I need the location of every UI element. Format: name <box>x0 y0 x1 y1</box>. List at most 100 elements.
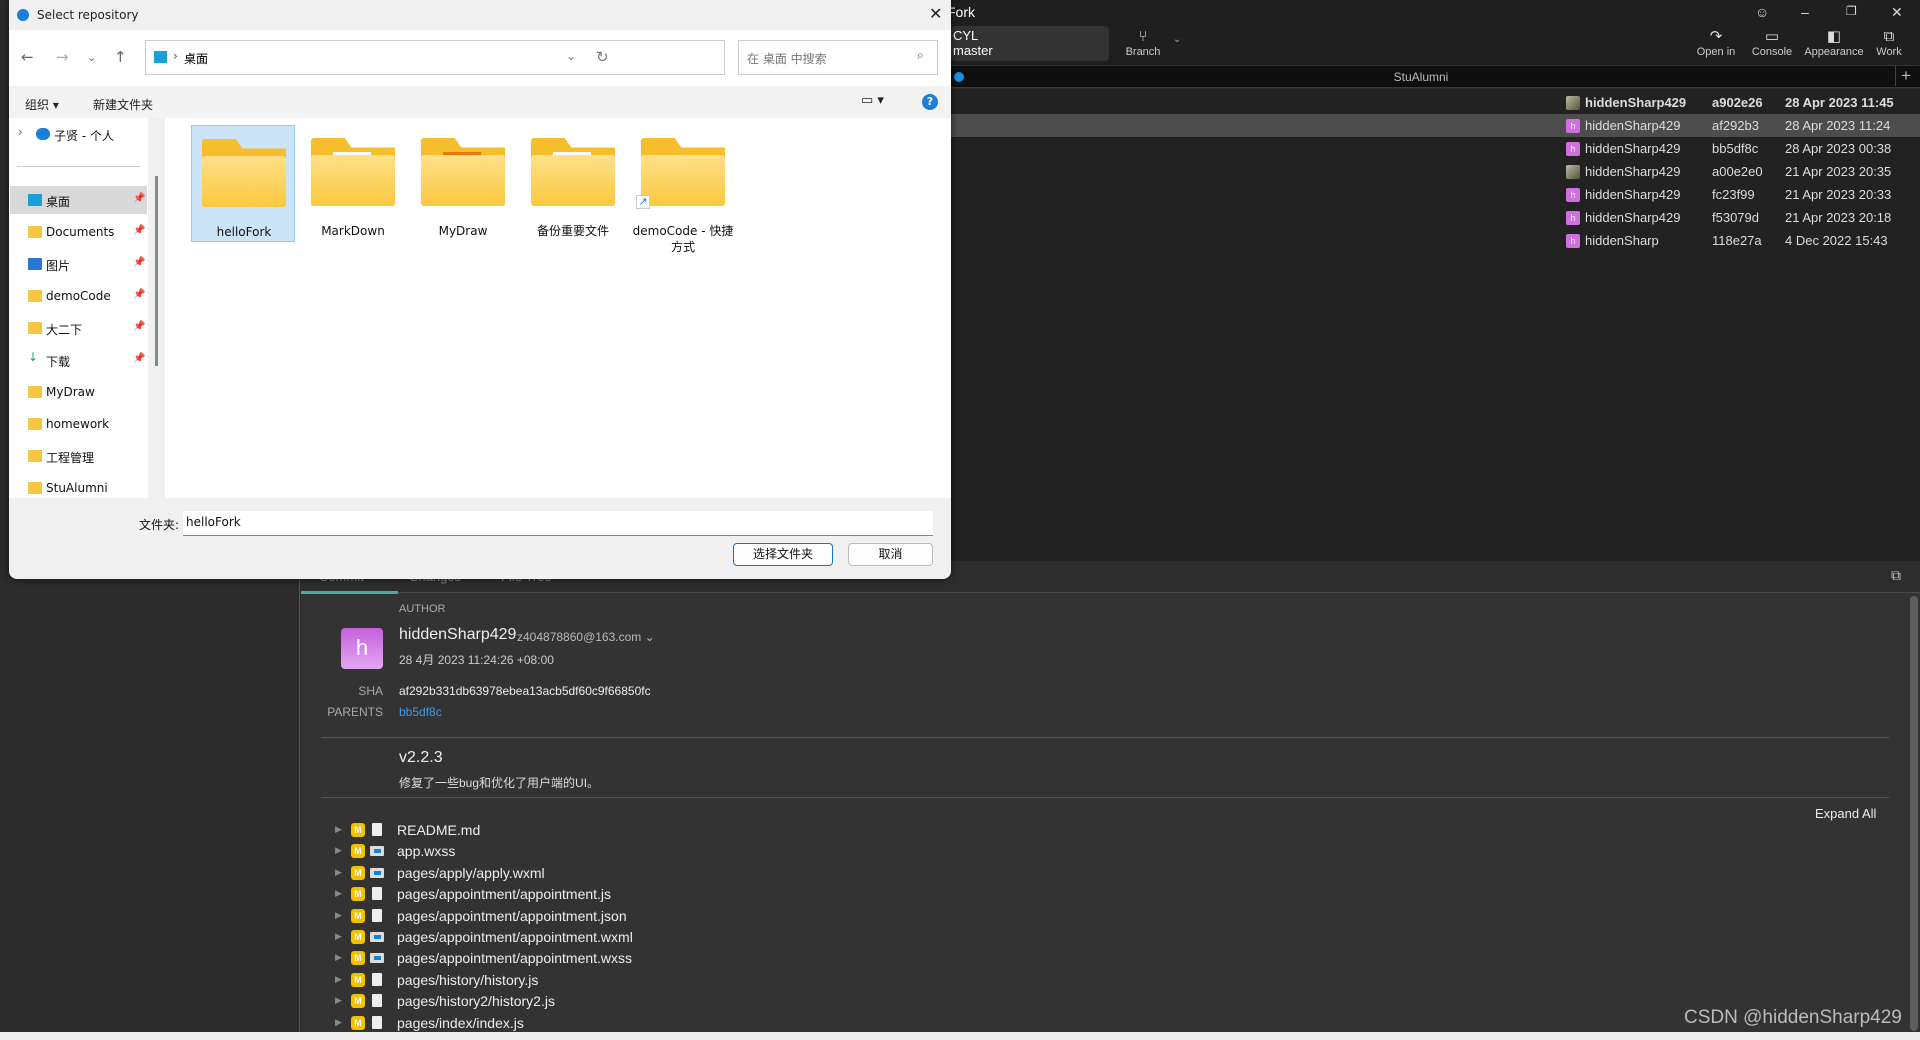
sidebar-item[interactable]: › 子贤 - 个人 <box>10 120 147 148</box>
sidebar-item[interactable]: ↓ 下载 📌 <box>10 346 147 374</box>
feedback-icon[interactable]: ☺ <box>1755 4 1769 20</box>
refresh-icon[interactable]: ↻ <box>596 48 609 66</box>
expand-arrow-icon[interactable]: ▶ <box>335 845 342 856</box>
breadcrumb-desktop[interactable]: 桌面 <box>184 50 208 67</box>
file-row[interactable]: ▶ Mpages/apply/apply.wxml <box>301 864 901 885</box>
folder-item[interactable]: 备份重要文件 <box>521 125 625 242</box>
new-folder-button[interactable]: 新建文件夹 <box>93 96 153 113</box>
folder-view: helloFork MarkDown MyDraw 备份重要文件 ↗ demoCode -… <box>165 118 951 498</box>
left-panel <box>0 579 300 1032</box>
appearance-button[interactable]: ◧ Appearance <box>1804 28 1864 58</box>
branch-button[interactable]: ⑂ Branch <box>1113 28 1173 58</box>
folder-item[interactable]: MyDraw <box>411 125 515 242</box>
scrollbar[interactable] <box>1910 596 1918 1031</box>
forward-button[interactable]: → <box>56 48 69 66</box>
repo-tab-bar: StuAlumni + <box>951 66 1920 88</box>
expand-chevron-icon[interactable]: › <box>18 125 23 139</box>
sidebar-item[interactable]: 桌面 📌 <box>10 186 147 214</box>
expand-arrow-icon[interactable]: ▶ <box>335 824 342 835</box>
file-row[interactable]: ▶ Mpages/history2/history2.js <box>301 992 901 1013</box>
sidebar-item-label: 下载 <box>46 355 71 369</box>
sidebar-item[interactable]: 大二下 📌 <box>10 314 147 342</box>
file-md-icon <box>372 823 382 836</box>
file-row[interactable]: ▶ Mpages/history/history.js <box>301 971 901 992</box>
file-row[interactable]: ▶ M README.md <box>301 821 901 842</box>
file-row[interactable]: ▶ Mpages/appointment/appointment.wxss <box>301 949 901 970</box>
commit-author: hiddenSharp429 <box>1585 141 1681 156</box>
author-email[interactable]: z404878860@163.com ⌄ <box>517 630 655 644</box>
sidebar-item-label: StuAlumni <box>46 481 108 495</box>
help-icon[interactable]: ? <box>922 94 938 110</box>
close-button[interactable]: ✕ <box>1891 4 1903 21</box>
commit-row[interactable]: hiddenSharp429 a00e2e0 21 Apr 2023 20:35 <box>951 160 1920 183</box>
author-avatar-icon: h <box>1566 142 1580 156</box>
organize-menu[interactable]: 组织 ▾ <box>25 96 59 113</box>
file-row[interactable]: ▶ Mpages/appointment/appointment.js <box>301 885 901 906</box>
tab-stualumni[interactable]: StuAlumni <box>1371 70 1471 84</box>
console-button[interactable]: ▭ Console <box>1742 28 1802 58</box>
commit-row[interactable]: h hiddenSharp429 fc23f99 21 Apr 2023 20:33 <box>951 183 1920 206</box>
repository-selector[interactable]: CYL master <box>951 26 1109 61</box>
work-button[interactable]: ⧉ Work <box>1864 28 1914 58</box>
expand-all-button[interactable]: Expand All <box>1815 806 1876 821</box>
sidebar-item[interactable]: 工程管理 <box>10 442 147 470</box>
select-folder-button[interactable]: 选择文件夹 <box>733 543 833 566</box>
branch-dropdown-icon[interactable]: ⌄ <box>1173 34 1181 45</box>
commit-author: hiddenSharp429 <box>1585 95 1687 110</box>
sidebar-item[interactable]: 图片 📌 <box>10 250 147 278</box>
commit-row[interactable]: h hiddenSharp 118e27a 4 Dec 2022 15:43 <box>951 229 1920 252</box>
sidebar-item[interactable]: homework <box>10 410 147 438</box>
add-tab-button[interactable]: + <box>1895 66 1911 86</box>
address-dropdown-icon[interactable]: ⌄ <box>566 49 576 63</box>
commit-date: 4 Dec 2022 15:43 <box>1785 233 1888 248</box>
folder-item[interactable]: ↗ demoCode - 快捷方式 <box>631 125 735 254</box>
address-bar[interactable]: › 桌面 ⌄ ↻ <box>145 40 725 75</box>
cancel-button[interactable]: 取消 <box>848 543 933 566</box>
expand-arrow-icon[interactable]: ▶ <box>335 867 342 878</box>
modified-badge: M <box>351 887 365 902</box>
sidebar-item-label: demoCode <box>46 289 111 303</box>
commit-sha: f53079d <box>1712 210 1759 225</box>
search-input[interactable]: 在 桌面 中搜索 ⌕ <box>738 40 938 75</box>
expand-arrow-icon[interactable]: ▶ <box>335 910 342 921</box>
expand-arrow-icon[interactable]: ▶ <box>335 974 342 985</box>
commit-row[interactable]: hiddenSharp429 a902e26 28 Apr 2023 11:45 <box>951 91 1920 114</box>
divider <box>321 797 1889 798</box>
folder-item[interactable]: helloFork <box>191 125 295 242</box>
minimize-button[interactable]: – <box>1801 4 1809 20</box>
maximize-button[interactable]: ❐ <box>1846 4 1857 18</box>
dialog-title-bar: Select repository ✕ <box>9 0 951 30</box>
folder-icon <box>28 386 42 398</box>
recent-dropdown-icon[interactable]: ⌄ <box>87 51 96 64</box>
desktop-icon <box>154 51 167 63</box>
open-in-button[interactable]: ↷ Open in <box>1686 28 1746 58</box>
repo-name: CYL <box>953 28 979 43</box>
open-in-label: Open in <box>1696 46 1736 58</box>
file-row[interactable]: ▶ Mpages/appointment/appointment.json <box>301 907 901 928</box>
expand-arrow-icon[interactable]: ▶ <box>335 931 342 942</box>
expand-arrow-icon[interactable]: ▶ <box>335 995 342 1006</box>
folder-input[interactable]: helloFork <box>183 511 933 536</box>
expand-arrow-icon[interactable]: ▶ <box>335 1017 342 1028</box>
folder-item[interactable]: MarkDown <box>301 125 405 242</box>
back-button[interactable]: ← <box>21 48 34 66</box>
file-row[interactable]: ▶ Mapp.wxss <box>301 842 901 863</box>
folder-name: MyDraw <box>438 224 488 238</box>
dialog-close-button[interactable]: ✕ <box>929 4 942 23</box>
sidebar-item[interactable]: MyDraw <box>10 378 147 406</box>
file-row[interactable]: ▶ Mpages/appointment/appointment.wxml <box>301 928 901 949</box>
expand-arrow-icon[interactable]: ▶ <box>335 888 342 899</box>
open-external-icon[interactable]: ⧉ <box>1891 567 1901 584</box>
commit-row[interactable]: h hiddenSharp429 bb5df8c 28 Apr 2023 00:38 <box>951 137 1920 160</box>
expand-arrow-icon[interactable]: ▶ <box>335 952 342 963</box>
commit-row[interactable]: h hiddenSharp429 f53079d 21 Apr 2023 20:18 <box>951 206 1920 229</box>
commit-row[interactable]: h hiddenSharp429 af292b3 28 Apr 2023 11:24 <box>951 114 1920 137</box>
sidebar-scrollbar[interactable] <box>155 176 158 366</box>
view-options-icon[interactable]: ▭ ▾ <box>861 93 884 108</box>
sidebar-item[interactable]: Documents 📌 <box>10 218 147 246</box>
parent-link[interactable]: bb5df8c <box>399 705 442 719</box>
up-button[interactable]: ↑ <box>114 48 127 66</box>
appearance-icon: ◧ <box>1826 28 1842 45</box>
sidebar-item[interactable]: demoCode 📌 <box>10 282 147 310</box>
file-row[interactable]: ▶ Mpages/index/index.js <box>301 1014 901 1032</box>
